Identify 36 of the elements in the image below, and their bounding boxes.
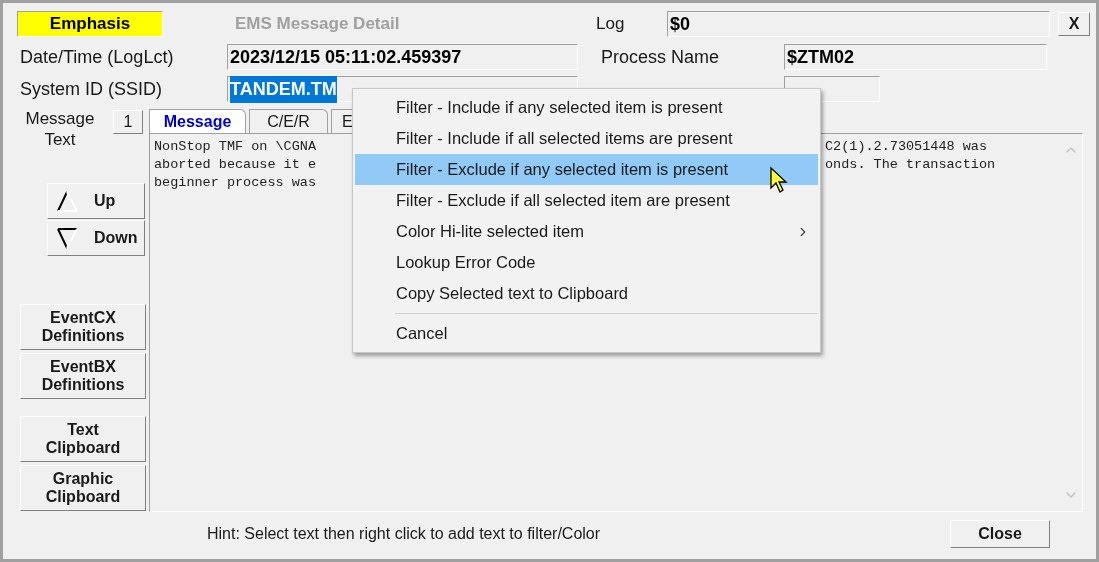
message-text-label: Message Text [24, 108, 96, 150]
message-text: NonStop TMF on \CGNA [154, 139, 317, 154]
triangle-down-icon [56, 227, 78, 249]
close-button[interactable]: Close [950, 520, 1050, 548]
message-text: C2(1).2.73051448 was [825, 138, 988, 156]
menu-item[interactable]: Filter - Exclude if all selected item are present [355, 185, 818, 216]
text-field[interactable]: $0 [667, 11, 1050, 37]
text-field[interactable]: $ZTM02 [784, 44, 1047, 70]
message-index-button[interactable]: 1 [113, 110, 143, 134]
mouse-pointer-icon [769, 166, 789, 194]
message-text: beginner process was [154, 175, 317, 190]
menu-item[interactable]: Color Hi-lite selected item [355, 216, 818, 247]
tab[interactable]: C/E/R [249, 109, 328, 133]
log-label: Log [596, 13, 626, 36]
triangle-up-icon [56, 190, 78, 212]
close-window-button[interactable]: X [1058, 12, 1090, 36]
emphasis-label: Emphasis [17, 11, 163, 37]
action-button[interactable]: Graphic Clipboard [20, 465, 146, 511]
tab[interactable]: Message [149, 109, 246, 133]
hint-text: Hint: Select text then right click to add text to filter/Color [207, 524, 602, 544]
window-title: EMS Message Detail [235, 13, 401, 36]
action-button[interactable]: Text Clipboard [20, 416, 146, 462]
text-field[interactable]: 2023/12/15 05:11:02.459397 [227, 44, 578, 70]
field-label: System ID (SSID) [20, 77, 163, 101]
up-button[interactable]: Up [47, 183, 145, 219]
menu-item[interactable]: Filter - Exclude if any selected item is present [355, 154, 818, 185]
field-label: Process Name [601, 45, 721, 69]
down-button[interactable]: Down [47, 220, 145, 256]
message-text: onds. The transaction [825, 156, 996, 174]
action-button[interactable]: EventBX Definitions [20, 353, 146, 399]
menu-item[interactable]: Lookup Error Code [355, 247, 818, 278]
field-label: Date/Time (LogLct) [20, 45, 175, 69]
menu-item[interactable]: Cancel [355, 318, 818, 349]
message-text: aborted because it e [154, 157, 317, 172]
menu-item[interactable]: Copy Selected text to Clipboard [355, 278, 818, 309]
action-button[interactable]: EventCX Definitions [20, 304, 146, 350]
